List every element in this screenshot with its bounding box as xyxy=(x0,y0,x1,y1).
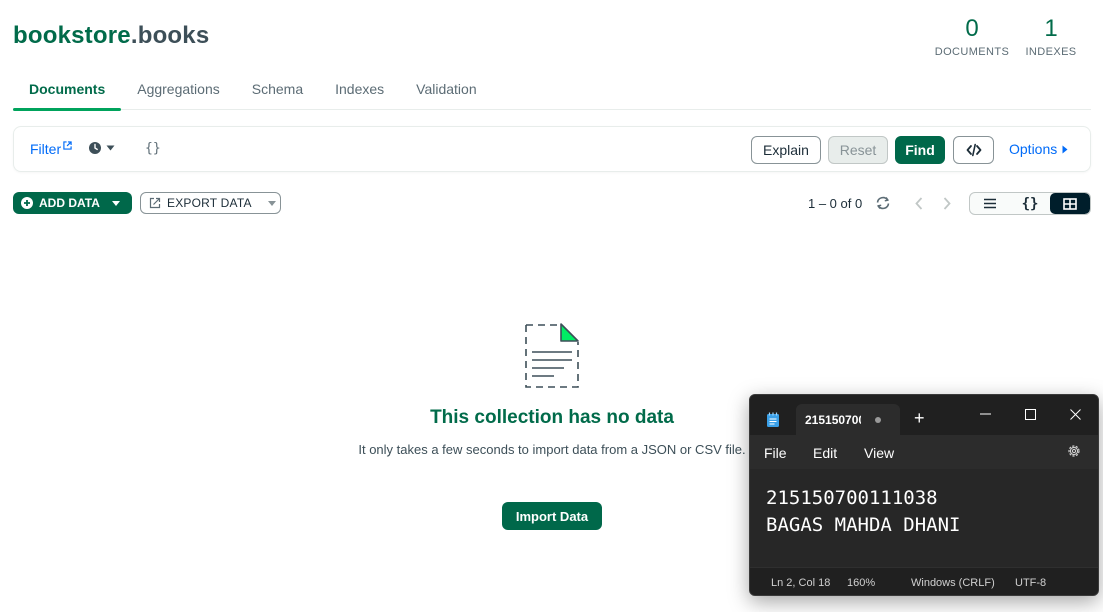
query-history-button[interactable] xyxy=(88,141,115,155)
notepad-menubar: File Edit View xyxy=(750,435,1098,469)
tab-schema[interactable]: Schema xyxy=(236,70,319,110)
plus-circle-icon xyxy=(21,197,33,209)
new-tab-button[interactable]: + xyxy=(914,408,925,429)
table-view-button[interactable] xyxy=(1050,193,1090,214)
refresh-button[interactable] xyxy=(874,195,892,211)
chevron-left-icon xyxy=(915,196,923,210)
caret-down-icon xyxy=(267,200,276,206)
pagination-text: 1 – 0 of 0 xyxy=(808,196,863,211)
empty-state-title: This collection has no data xyxy=(430,407,674,428)
caret-down-icon xyxy=(106,145,115,151)
notepad-icon xyxy=(767,412,779,427)
json-view-icon: {} xyxy=(1021,195,1039,212)
notepad-tab-title: 215150700 xyxy=(805,412,861,427)
add-data-button[interactable]: ADD DATA xyxy=(13,192,132,214)
indexes-label: INDEXES xyxy=(1025,46,1077,58)
import-data-button[interactable]: Import Data xyxy=(502,502,602,530)
close-icon xyxy=(1069,408,1081,420)
cursor-position: Ln 2, Col 18 xyxy=(771,577,831,589)
caret-right-icon xyxy=(1062,145,1068,153)
maximize-icon xyxy=(1024,408,1036,420)
menu-edit[interactable]: Edit xyxy=(813,445,837,461)
menu-view[interactable]: View xyxy=(864,445,894,461)
query-bar: Filter {} Explain Reset Find Options xyxy=(13,126,1091,172)
tab-validation[interactable]: Validation xyxy=(400,70,492,110)
export-data-label: EXPORT DATA xyxy=(167,196,252,210)
list-view-icon xyxy=(984,198,996,209)
options-toggle[interactable]: Options xyxy=(1009,141,1068,157)
documents-count: 0 xyxy=(965,15,979,42)
export-data-button[interactable]: EXPORT DATA xyxy=(140,192,281,214)
tab-indexes[interactable]: Indexes xyxy=(319,70,400,110)
documents-stat: 0 DOCUMENTS xyxy=(932,15,1012,59)
filter-link[interactable]: Filter xyxy=(30,141,72,157)
maximize-button[interactable] xyxy=(1018,402,1042,426)
refresh-icon xyxy=(876,196,890,210)
notepad-window: 215150700 + File Edit View 2151507001110… xyxy=(749,394,1099,596)
empty-document-icon xyxy=(525,323,579,388)
tab-aggregations[interactable]: Aggregations xyxy=(121,70,236,110)
collection-title: bookstore.books xyxy=(13,22,209,50)
empty-state-description: It only takes a few seconds to import da… xyxy=(358,442,746,457)
notepad-tab[interactable]: 215150700 xyxy=(796,404,900,435)
collection-tabs: Documents Aggregations Schema Indexes Va… xyxy=(13,70,1091,111)
namespace-dot: . xyxy=(130,22,138,49)
notepad-titlebar[interactable]: 215150700 + xyxy=(750,395,1098,435)
previous-page-button[interactable] xyxy=(912,195,926,211)
external-link-icon xyxy=(63,141,72,150)
filter-label: Filter xyxy=(30,141,62,157)
options-label: Options xyxy=(1009,141,1058,157)
minimize-icon xyxy=(979,413,991,415)
encoding[interactable]: UTF-8 xyxy=(1015,577,1046,589)
documents-label: DOCUMENTS xyxy=(934,46,1010,58)
minimize-button[interactable] xyxy=(973,402,997,426)
close-button[interactable] xyxy=(1063,402,1087,426)
reset-button[interactable]: Reset xyxy=(828,136,888,164)
line-ending[interactable]: Windows (CRLF) xyxy=(911,577,995,589)
explain-button[interactable]: Explain xyxy=(751,136,821,164)
unsaved-dot-icon xyxy=(875,416,881,423)
notepad-statusbar: Ln 2, Col 18 160% Windows (CRLF) UTF-8 xyxy=(750,567,1098,595)
collection-name: books xyxy=(137,22,210,49)
database-name: bookstore xyxy=(13,22,131,49)
chevron-right-icon xyxy=(943,196,951,210)
zoom-level[interactable]: 160% xyxy=(847,577,875,589)
next-page-button[interactable] xyxy=(940,195,954,211)
tab-documents[interactable]: Documents xyxy=(13,70,122,111)
notepad-text-area[interactable]: 215150700111038 BAGAS MAHDA DHANI xyxy=(750,469,1098,567)
add-data-label: ADD DATA xyxy=(39,196,100,210)
find-button[interactable]: Find xyxy=(895,136,945,164)
caret-down-icon xyxy=(111,200,120,206)
export-icon xyxy=(149,197,161,209)
table-view-icon xyxy=(1063,197,1077,210)
filter-input[interactable]: {} xyxy=(145,141,161,156)
menu-file[interactable]: File xyxy=(764,445,787,461)
json-view-button[interactable]: {} xyxy=(1010,193,1050,214)
view-toggle: {} xyxy=(969,192,1091,215)
code-icon xyxy=(966,143,981,157)
indexes-stat: 1 INDEXES xyxy=(1020,15,1082,59)
export-to-language-button[interactable] xyxy=(953,136,994,164)
settings-gear-icon[interactable] xyxy=(1066,443,1082,459)
list-view-button[interactable] xyxy=(970,193,1010,214)
history-clock-icon xyxy=(89,142,101,154)
indexes-count: 1 xyxy=(1044,15,1058,42)
